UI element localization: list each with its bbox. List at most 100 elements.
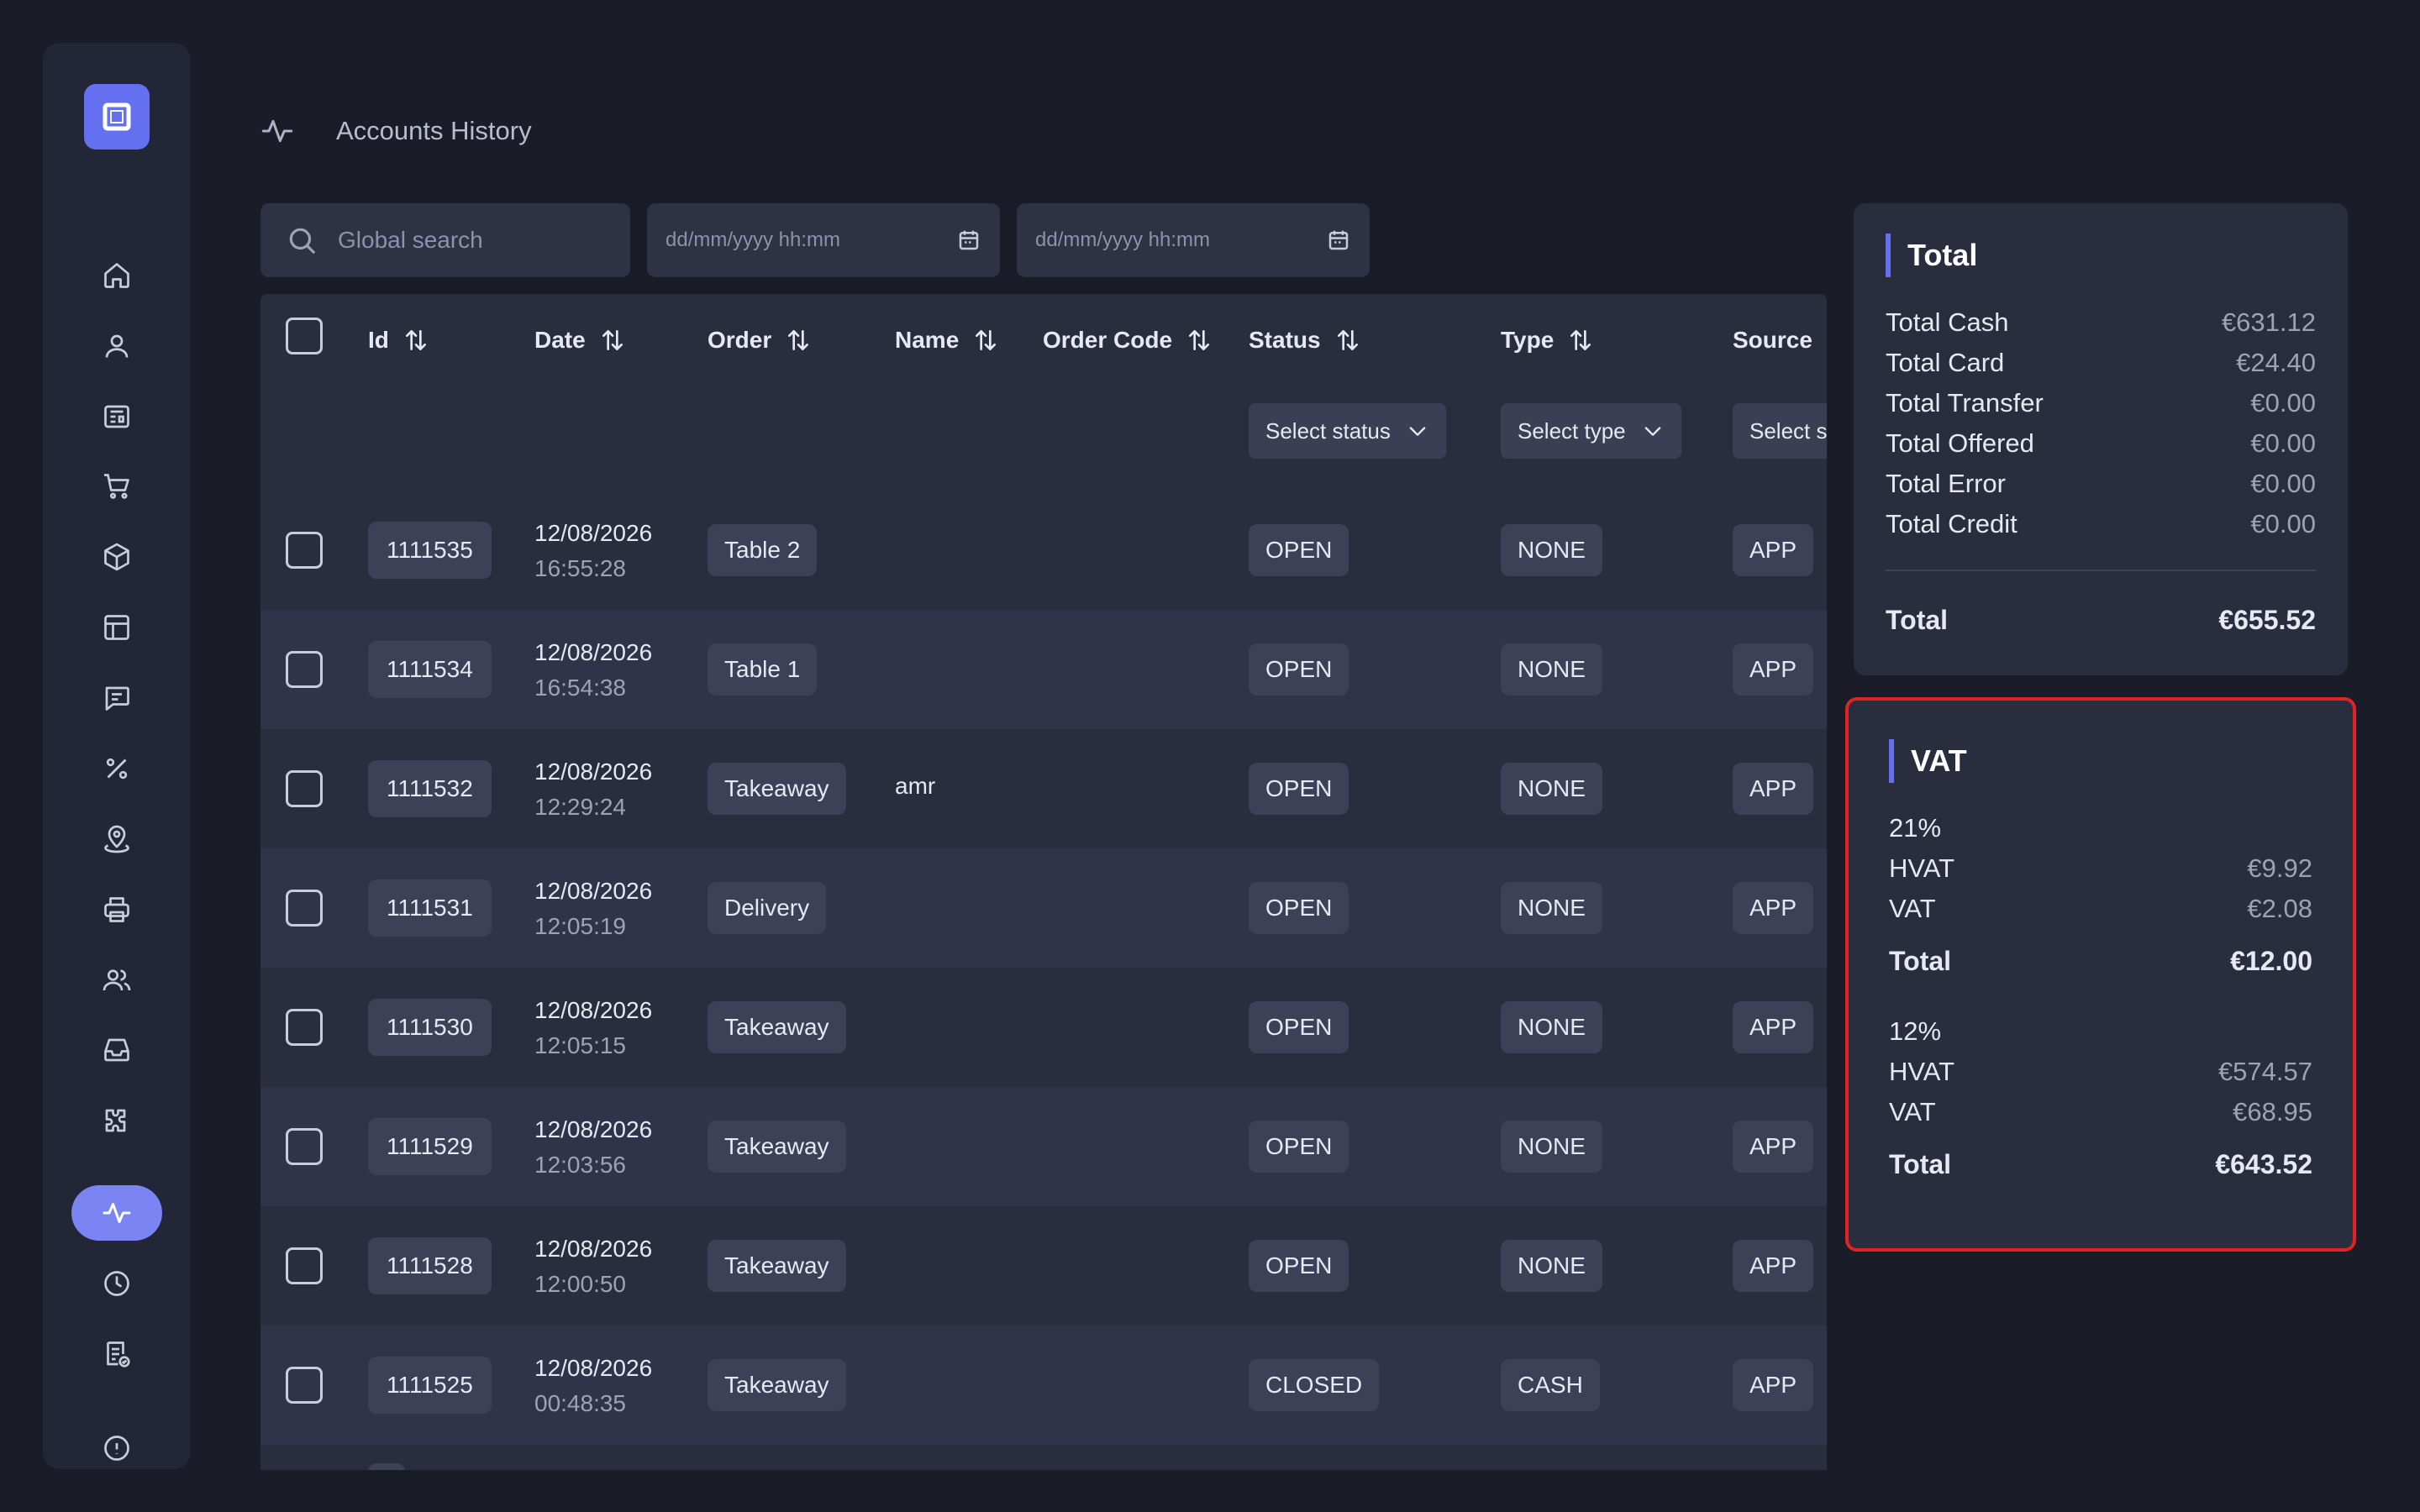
chat-icon [105,686,129,711]
type-badge: NONE [1501,1240,1602,1292]
column-status-label: Status [1249,327,1321,353]
nav-discounts[interactable] [71,741,162,796]
nav-locations[interactable] [71,811,162,867]
line-label: Total Error [1886,469,2006,498]
date-cell: 12/08/2026 16:55:28 [534,516,652,586]
users-icon [103,969,131,991]
column-status[interactable]: Status [1249,321,1361,360]
date-to-placeholder: dd/mm/yyyy hh:mm [1035,228,1211,251]
select-all-checkbox[interactable] [286,318,323,354]
table-row[interactable]: 1111532 12/08/2026 12:29:24 Takeaway amr… [260,729,1827,848]
search-input[interactable] [338,227,623,254]
type-filter-dropdown[interactable]: Select type [1501,403,1681,459]
nav-tables[interactable] [71,600,162,655]
nav-menu[interactable] [71,389,162,444]
table-row[interactable]: 1111534 12/08/2026 16:54:38 Table 1 OPEN… [260,610,1827,729]
sort-icon[interactable] [1567,327,1594,354]
column-date[interactable]: Date [534,321,626,360]
column-id[interactable]: Id [368,321,429,360]
row-date: 12/08/2026 [534,1355,653,1381]
sort-icon[interactable] [1186,327,1213,354]
nav-products[interactable] [71,529,162,585]
id-badge[interactable]: 1111529 [368,1118,492,1175]
row-checkbox[interactable] [286,651,323,688]
summary-line: Total Credit €0.00 [1886,504,2316,544]
row-checkbox[interactable] [286,1367,323,1404]
date-cell: 12/08/2026 12:29:24 [534,754,652,825]
nav-users[interactable] [71,318,162,374]
row-checkbox[interactable] [286,1128,323,1165]
column-order-code[interactable]: Order Code [1043,321,1213,360]
column-order[interactable]: Order [708,321,812,360]
hvat-line: HVAT €574.57 [1889,1052,2312,1092]
order-badge: Takeaway [708,1359,846,1411]
date-to-field[interactable]: dd/mm/yyyy hh:mm [1017,203,1370,277]
table-row[interactable]: 1111531 12/08/2026 12:05:19 Delivery OPE… [260,848,1827,968]
sort-icon[interactable] [402,327,429,354]
nav-orders[interactable] [71,459,162,514]
sort-icon[interactable] [1334,327,1361,354]
id-badge[interactable]: 1111525 [368,1357,492,1414]
status-filter-dropdown[interactable]: Select status [1249,403,1446,459]
nav-messages[interactable] [71,670,162,726]
id-badge[interactable]: 1111530 [368,999,492,1056]
id-badge[interactable]: 1111535 [368,522,492,579]
row-checkbox[interactable] [286,1247,323,1284]
table-row[interactable]: 1111528 12/08/2026 12:00:50 Takeaway OPE… [260,1206,1827,1326]
hvat-line: HVAT €9.92 [1889,848,2312,889]
inbox-icon [104,1038,129,1062]
column-name-label: Name [895,327,960,353]
column-type[interactable]: Type [1501,321,1594,360]
type-badge: CASH [1501,1359,1600,1411]
date-cell: 12/08/2026 12:05:15 [534,993,652,1063]
sort-icon[interactable] [599,327,626,354]
nav-inbox[interactable] [71,1022,162,1078]
row-checkbox[interactable] [286,532,323,569]
app-logo[interactable] [84,84,150,150]
chevron-down-icon [1409,427,1426,436]
vat-total-label: Total [1889,1148,1952,1179]
nav-staff[interactable] [71,953,162,1008]
nav-accounts-history[interactable] [71,1185,162,1241]
id-badge[interactable]: 1111528 [368,1237,492,1294]
sort-icon[interactable] [972,327,999,354]
table-row[interactable]: 1111535 12/08/2026 16:55:28 Table 2 OPEN… [260,491,1827,610]
nav-integrations[interactable] [71,1093,162,1148]
status-filter-label: Select status [1265,417,1391,444]
sort-icon[interactable] [785,327,812,354]
vat-label: VAT [1889,894,1936,923]
nav-help[interactable] [71,1420,162,1469]
id-badge[interactable] [368,1463,405,1470]
nav-history[interactable] [71,1256,162,1311]
id-badge[interactable]: 1111531 [368,879,492,937]
line-label: Total Credit [1886,509,2018,538]
column-source-label: Source [1733,327,1812,353]
column-source[interactable]: Source [1733,321,1827,360]
table-row[interactable]: 1111530 12/08/2026 12:05:15 Takeaway OPE… [260,968,1827,1087]
table-row-partial[interactable] [260,1445,1827,1470]
row-checkbox[interactable] [286,770,323,807]
nav-home[interactable] [71,248,162,303]
source-filter-dropdown[interactable]: Select s [1733,403,1827,459]
activity-icon [261,119,293,143]
page-header: Accounts History [260,111,532,151]
calendar-icon[interactable] [1326,228,1351,253]
vat-rate: 21% [1889,813,1942,843]
column-name[interactable]: Name [895,321,999,360]
sort-icon[interactable] [1826,327,1827,354]
page-title: Accounts History [336,116,532,145]
vat-summary-card: VAT 21% HVAT €9.92 VAT €2.08 Total €12.0… [1845,697,2356,1252]
nav-reports[interactable] [71,1326,162,1382]
table-row[interactable]: 1111525 12/08/2026 00:48:35 Takeaway CLO… [260,1326,1827,1445]
accounts-table: Id Date Order Name Order Code Status Typ… [260,294,1827,1470]
id-badge[interactable]: 1111532 [368,760,492,817]
date-from-field[interactable]: dd/mm/yyyy hh:mm [647,203,1000,277]
row-checkbox[interactable] [286,890,323,927]
table-row[interactable]: 1111529 12/08/2026 12:03:56 Takeaway OPE… [260,1087,1827,1206]
nav-printers[interactable] [71,882,162,937]
summary-line: Total Error €0.00 [1886,464,2316,504]
id-badge[interactable]: 1111534 [368,641,492,698]
row-checkbox[interactable] [286,1009,323,1046]
calendar-icon[interactable] [956,228,981,253]
global-search[interactable] [260,203,630,277]
